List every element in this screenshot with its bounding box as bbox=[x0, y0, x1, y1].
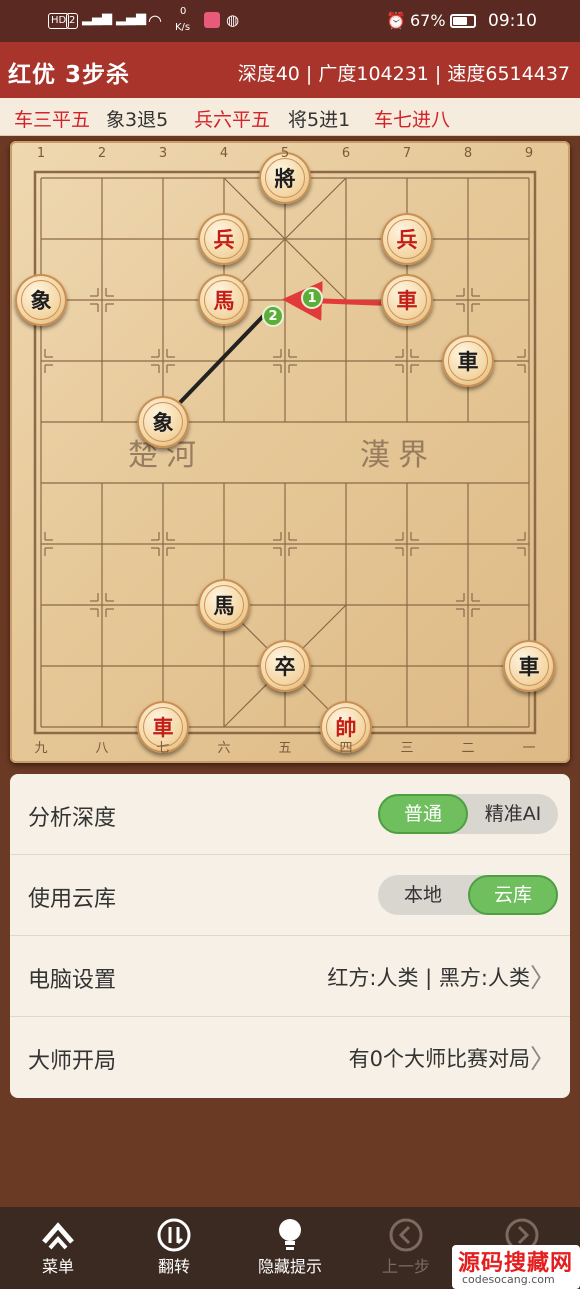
depth-normal-option[interactable]: 普通 bbox=[378, 794, 468, 834]
move-3[interactable]: 兵六平五 bbox=[194, 105, 270, 132]
flip-label: 翻转 bbox=[157, 1257, 190, 1276]
piece-label: 兵 bbox=[387, 219, 427, 259]
bottom-coord: 二 bbox=[461, 741, 475, 756]
cloud-label: 使用云库 bbox=[28, 887, 117, 912]
watermark-logo: 源码搜藏网 codesocang.com bbox=[452, 1245, 580, 1289]
menu-label: 菜单 bbox=[41, 1257, 74, 1276]
black-piece-車[interactable]: 車 bbox=[442, 335, 494, 387]
watermark-url: codesocang.com bbox=[462, 1273, 555, 1286]
bottom-coord: 九 bbox=[34, 741, 48, 756]
alarm-icon: ⏰ bbox=[386, 11, 406, 30]
bottom-coord: 一 bbox=[522, 741, 536, 756]
black-piece-馬[interactable]: 馬 bbox=[198, 579, 250, 631]
lightbulb-icon bbox=[250, 1217, 330, 1253]
net-speed-unit: K/s bbox=[175, 22, 191, 33]
master-opening-label: 大师开局 bbox=[28, 1049, 117, 1074]
top-coord: 8 bbox=[463, 146, 473, 161]
prev-step-button[interactable]: 上一步 bbox=[366, 1217, 446, 1277]
menu-icon bbox=[18, 1217, 98, 1253]
red-piece-兵[interactable]: 兵 bbox=[198, 213, 250, 265]
red-piece-車[interactable]: 車 bbox=[381, 274, 433, 326]
hint-marker-2: 2 bbox=[262, 305, 284, 327]
analysis-depth-row: 分析深度 普通 精准AI bbox=[10, 774, 570, 855]
status-bar: HD 2 ▂▄▆ ▂▄▆ ◠ 0 K/s ◍ ⏰ 67% 09:10 bbox=[0, 0, 580, 42]
bottom-coord: 三 bbox=[400, 741, 414, 756]
computer-settings-value: 红方:人类 | 黑方:人类 bbox=[327, 966, 530, 990]
flip-button[interactable]: 翻转 bbox=[134, 1217, 214, 1277]
chess-board[interactable]: 楚河 漢界 將兵兵象馬車車象馬卒車車帥 1 2 123456789九八七六五四三… bbox=[10, 141, 570, 763]
black-piece-象[interactable]: 象 bbox=[137, 396, 189, 448]
chevron-right-icon: 〉 bbox=[529, 964, 556, 994]
chevron-left-icon bbox=[366, 1217, 446, 1253]
signal-4g-icon: ▂▄▆ bbox=[116, 11, 146, 26]
bottom-coord: 四 bbox=[339, 741, 353, 756]
move-2[interactable]: 象3退5 bbox=[106, 105, 168, 132]
battery-percent: 67% bbox=[410, 11, 446, 30]
black-piece-象[interactable]: 象 bbox=[15, 274, 67, 326]
piece-label: 將 bbox=[265, 158, 305, 198]
sim-badge: 2 bbox=[66, 13, 79, 29]
top-coord: 4 bbox=[219, 146, 229, 161]
black-piece-車[interactable]: 車 bbox=[503, 640, 555, 692]
menu-button[interactable]: 菜单 bbox=[18, 1217, 98, 1277]
top-coord: 1 bbox=[36, 146, 46, 161]
chevron-right-icon: 〉 bbox=[529, 1045, 556, 1075]
top-coord: 3 bbox=[158, 146, 168, 161]
piece-label: 車 bbox=[448, 341, 488, 381]
settings-panel: 分析深度 普通 精准AI 使用云库 本地 云库 电脑设置 红方:人类 | 黑方:… bbox=[10, 774, 570, 1098]
bottom-coord: 八 bbox=[95, 741, 109, 756]
wifi-icon: ◠ bbox=[148, 11, 162, 30]
signal-icon: ▂▄▆ bbox=[82, 11, 112, 26]
hide-hint-button[interactable]: 隐藏提示 bbox=[250, 1217, 330, 1277]
prev-step-label: 上一步 bbox=[381, 1257, 430, 1276]
top-coord: 9 bbox=[524, 146, 534, 161]
wechat-icon: ◍ bbox=[226, 11, 240, 29]
top-coord: 2 bbox=[97, 146, 107, 161]
hide-hint-label: 隐藏提示 bbox=[257, 1257, 322, 1276]
analysis-header: 红优 3步杀 深度40 | 广度104231 | 速度6514437 bbox=[0, 42, 580, 98]
app-notification-icon bbox=[204, 12, 220, 28]
piece-label: 象 bbox=[21, 280, 61, 320]
master-opening-value: 有0个大师比赛对局 bbox=[348, 1047, 530, 1071]
clock: 09:10 bbox=[488, 11, 537, 31]
cloud-toggle[interactable]: 本地 云库 bbox=[378, 875, 558, 915]
move-4[interactable]: 将5进1 bbox=[288, 105, 350, 132]
black-piece-卒[interactable]: 卒 bbox=[259, 640, 311, 692]
engine-stats: 深度40 | 广度104231 | 速度6514437 bbox=[237, 63, 570, 85]
top-coord: 7 bbox=[402, 146, 412, 161]
piece-label: 卒 bbox=[265, 646, 305, 686]
piece-label: 車 bbox=[509, 646, 549, 686]
piece-label: 兵 bbox=[204, 219, 244, 259]
move-1[interactable]: 车三平五 bbox=[14, 105, 90, 132]
computer-settings-label: 电脑设置 bbox=[28, 968, 117, 993]
bottom-coord: 六 bbox=[217, 741, 231, 756]
red-piece-馬[interactable]: 馬 bbox=[198, 274, 250, 326]
cloud-local-option[interactable]: 本地 bbox=[378, 875, 468, 915]
depth-precise-ai-option[interactable]: 精准AI bbox=[468, 794, 558, 834]
analysis-depth-label: 分析深度 bbox=[28, 806, 117, 831]
piece-label: 馬 bbox=[204, 585, 244, 625]
analysis-depth-toggle[interactable]: 普通 精准AI bbox=[378, 794, 558, 834]
bottom-coord: 五 bbox=[278, 741, 292, 756]
cloud-library-option[interactable]: 云库 bbox=[468, 875, 558, 915]
move-5[interactable]: 车七进八 bbox=[374, 105, 450, 132]
bottom-coord: 七 bbox=[156, 741, 170, 756]
cloud-row: 使用云库 本地 云库 bbox=[10, 855, 570, 936]
hint-marker-1: 1 bbox=[301, 287, 323, 309]
piece-label: 象 bbox=[143, 402, 183, 442]
computer-settings-row[interactable]: 电脑设置 红方:人类 | 黑方:人类 〉 bbox=[10, 936, 570, 1017]
net-speed-value: 0 bbox=[180, 6, 187, 17]
master-opening-row[interactable]: 大师开局 有0个大师比赛对局 〉 bbox=[10, 1017, 570, 1098]
move-sequence: 车三平五 象3退5 兵六平五 将5进1 车七进八 bbox=[0, 98, 580, 136]
piece-label: 馬 bbox=[204, 280, 244, 320]
top-coord: 5 bbox=[280, 146, 290, 161]
puzzle-title: 红优 3步杀 bbox=[8, 62, 131, 88]
top-coord: 6 bbox=[341, 146, 351, 161]
flip-icon bbox=[134, 1217, 214, 1253]
battery-icon bbox=[450, 14, 476, 28]
red-piece-兵[interactable]: 兵 bbox=[381, 213, 433, 265]
piece-label: 車 bbox=[387, 280, 427, 320]
